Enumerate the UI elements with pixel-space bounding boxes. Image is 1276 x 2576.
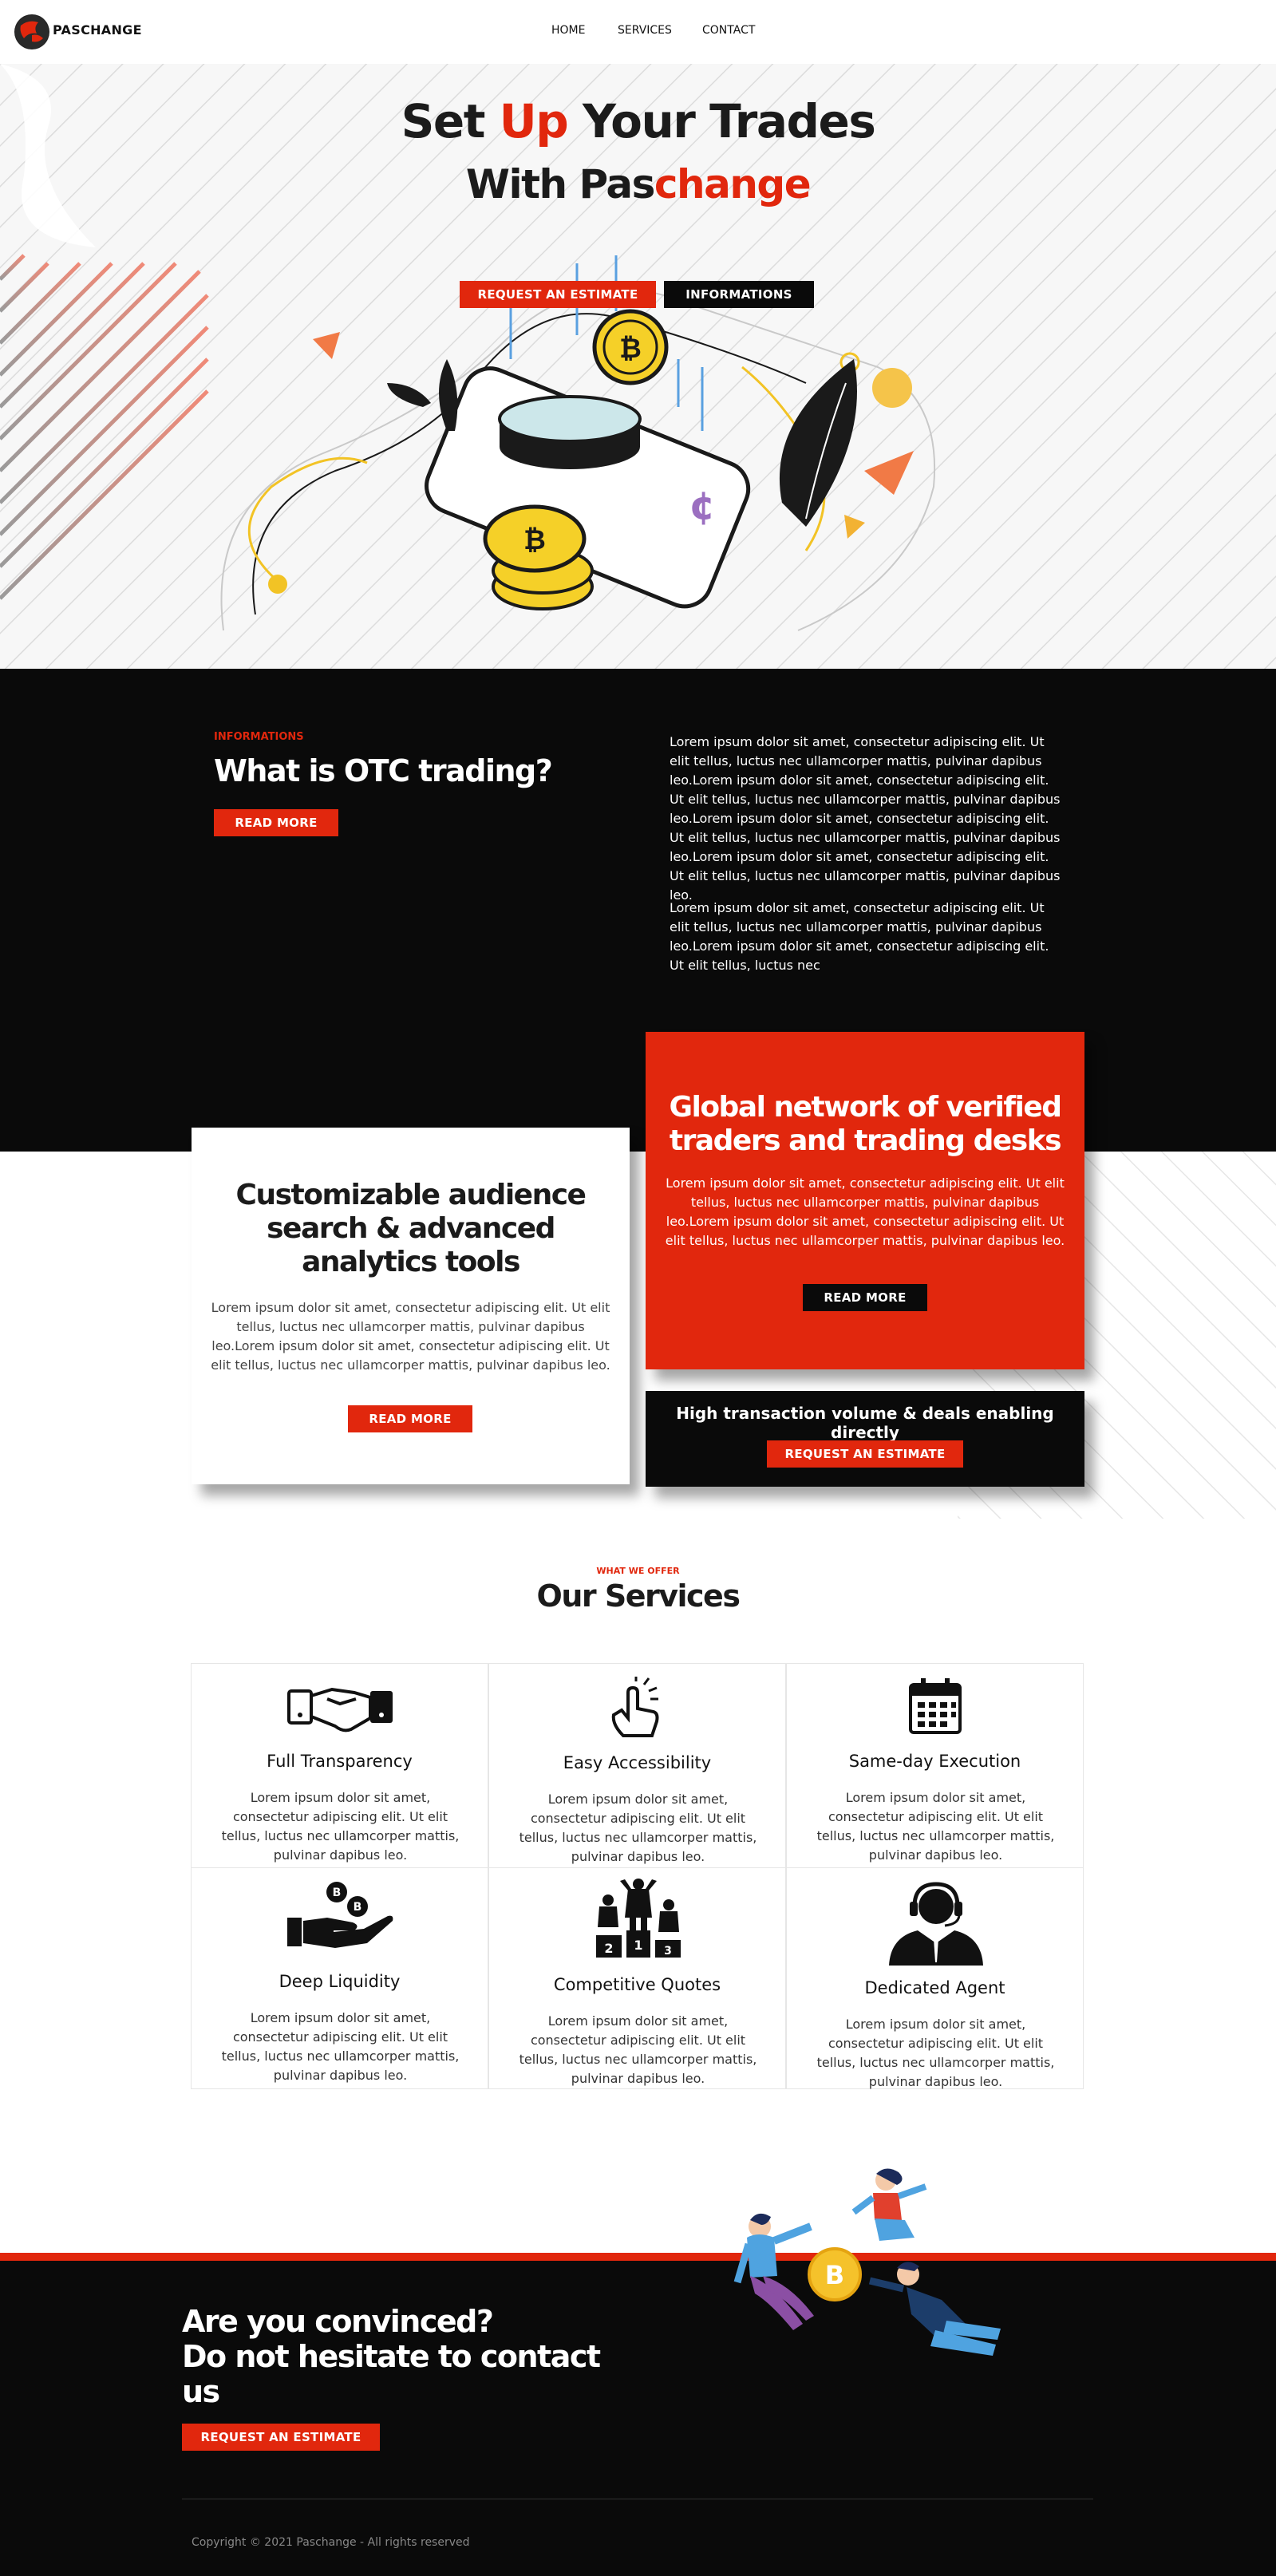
globe-bird-logo-icon — [15, 15, 49, 49]
hero-request-estimate-button[interactable]: REQUEST AN ESTIMATE — [460, 281, 656, 308]
hero-informations-button[interactable]: INFORMATIONS — [664, 281, 814, 308]
otc-paragraph-1: Lorem ipsum dolor sit amet, consectetur … — [670, 734, 1061, 903]
service-desc: Lorem ipsum dolor sit amet, consectetur … — [221, 1790, 460, 1863]
service-card-easy-accessibility: Easy Accessibility Lorem ipsum dolor sit… — [488, 1663, 786, 1885]
service-title: Deep Liquidity — [279, 1972, 401, 1991]
illustration-coin-label: B — [825, 2260, 844, 2290]
otc-eyebrow: INFORMATIONS — [214, 731, 304, 743]
analytics-card: Customizable audience search & advanced … — [192, 1128, 630, 1484]
network-card: Global network of verified traders and t… — [646, 1032, 1084, 1369]
service-desc: Lorem ipsum dolor sit amet, consectetur … — [519, 2013, 757, 2086]
volume-request-estimate-button[interactable]: REQUEST AN ESTIMATE — [767, 1440, 963, 1468]
nav-home[interactable]: HOME — [551, 24, 585, 37]
network-card-desc: Lorem ipsum dolor sit amet, consectetur … — [665, 1175, 1065, 1248]
hero-title-your-trades: Your Trades — [567, 94, 876, 148]
hero-title-up: Up — [499, 94, 569, 148]
logo[interactable] — [14, 14, 49, 49]
service-desc: Lorem ipsum dolor sit amet, consectetur … — [816, 1790, 1055, 1863]
network-read-more-button[interactable]: READ MORE — [803, 1284, 927, 1311]
cta-title-line3: us — [182, 2374, 220, 2409]
cta-section: Are you convinced? Do not hesitate to co… — [0, 2261, 1276, 2576]
finger-tap-icon — [611, 1677, 659, 1737]
services-eyebrow: WHAT WE OFFER — [596, 1566, 680, 1576]
service-desc: Lorem ipsum dolor sit amet, consectetur … — [816, 2017, 1055, 2089]
hero-title-with: With Pas — [465, 161, 656, 207]
service-desc: Lorem ipsum dolor sit amet, consectetur … — [519, 1792, 757, 1864]
service-card-deep-liquidity: B B Deep Liquidity Lorem ipsum dolor sit… — [191, 1867, 488, 2089]
podium-label: 3 — [664, 1945, 672, 1958]
podium-label: 1 — [634, 1938, 642, 1953]
coin-label: B — [354, 1901, 362, 1914]
service-card-full-transparency: Full Transparency Lorem ipsum dolor sit … — [191, 1663, 488, 1885]
network-card-title: Global network of verified traders and t… — [669, 1091, 1062, 1157]
analytics-read-more-button[interactable]: READ MORE — [348, 1405, 472, 1432]
calendar-icon — [909, 1678, 962, 1734]
podium-label: 2 — [604, 1941, 613, 1956]
volume-card: High transaction volume & deals enabling… — [646, 1391, 1084, 1487]
service-title: Same-day Execution — [848, 1752, 1021, 1771]
nav-contact[interactable]: CONTACT — [702, 24, 755, 37]
otc-section: INFORMATIONS What is OTC trading? READ M… — [0, 669, 1276, 1152]
otc-title: What is OTC trading? — [214, 753, 553, 788]
site-header: PASCHANGE HOME SERVICES CONTACT — [0, 0, 1276, 64]
analytics-card-title: Customizable audience search & advanced … — [235, 1179, 587, 1278]
podium-icon: 1 2 3 — [596, 1879, 681, 1958]
cta-red-stripe — [0, 2253, 1276, 2261]
cta-title-line1: Are you convinced? — [182, 2304, 494, 2339]
cta-request-estimate-button[interactable]: REQUEST AN ESTIMATE — [182, 2424, 380, 2451]
service-card-same-day-execution: Same-day Execution Lorem ipsum dolor sit… — [786, 1663, 1084, 1885]
services-title: Our Services — [536, 1578, 741, 1614]
headset-agent-icon — [889, 1882, 983, 1966]
handshake-icon — [287, 1687, 393, 1732]
svg-text:₿: ₿ — [619, 333, 642, 365]
hero-section: Set Up Your Trades With Paschange ₿ ₿ ¢ … — [0, 64, 1276, 669]
flying-people-coin-illustration: B — [733, 2168, 1001, 2356]
analytics-card-desc: Lorem ipsum dolor sit amet, consectetur … — [211, 1300, 610, 1373]
brand-name[interactable]: PASCHANGE — [53, 22, 142, 38]
hero-title-line2: With Paschange — [0, 161, 1276, 207]
otc-read-more-button[interactable]: READ MORE — [214, 809, 338, 836]
service-title: Dedicated Agent — [864, 1978, 1005, 1997]
hero-title-set: Set — [401, 94, 500, 148]
nav-services[interactable]: SERVICES — [618, 24, 672, 37]
service-title: Easy Accessibility — [563, 1753, 712, 1772]
crypto-phone-illustration: ₿ ₿ ¢ — [220, 255, 936, 631]
otc-paragraph-2: Lorem ipsum dolor sit amet, consectetur … — [670, 900, 1049, 973]
service-card-competitive-quotes: 1 2 3 Competitive Quotes Lorem ipsum dol… — [488, 1867, 786, 2089]
service-title: Competitive Quotes — [553, 1975, 721, 1994]
volume-card-title: High transaction volume & deals enabling… — [676, 1404, 1054, 1442]
hero-title-line1: Set Up Your Trades — [0, 94, 1276, 148]
service-desc: Lorem ipsum dolor sit amet, consectetur … — [221, 2010, 460, 2083]
service-title: Full Transparency — [267, 1752, 413, 1771]
services-grid: Full Transparency Lorem ipsum dolor sit … — [191, 1663, 1084, 2089]
service-card-dedicated-agent: Dedicated Agent Lorem ipsum dolor sit am… — [786, 1867, 1084, 2089]
coin-label: B — [333, 1887, 342, 1899]
hero-title-change: change — [654, 161, 812, 207]
cta-title-line2: Do not hesitate to contact — [182, 2339, 601, 2374]
svg-text:¢: ¢ — [689, 484, 715, 528]
coin-hand-icon: B B — [287, 1882, 393, 1948]
footer-copyright: Copyright © 2021 Paschange - All rights … — [192, 2536, 470, 2549]
svg-text:₿: ₿ — [523, 524, 546, 556]
